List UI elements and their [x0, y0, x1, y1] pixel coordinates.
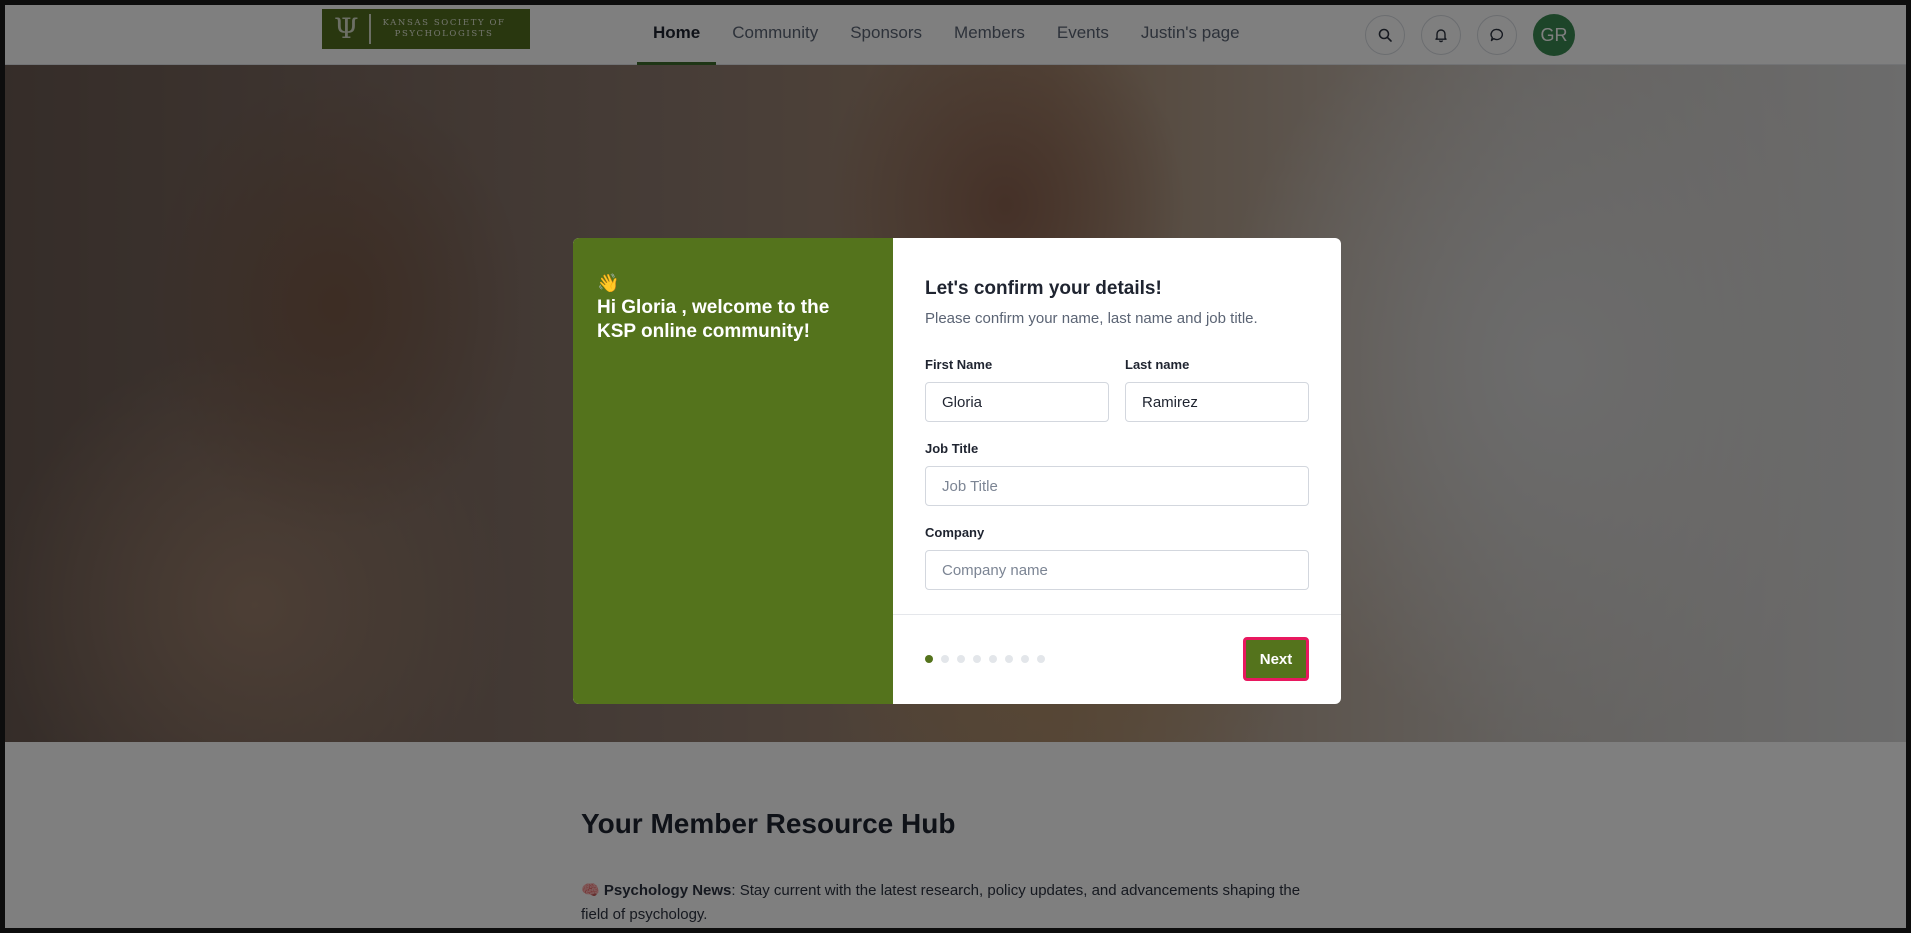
form-title: Let's confirm your details!	[925, 278, 1162, 299]
welcome-message: Hi Gloria , welcome to the KSP online co…	[597, 297, 830, 342]
form-divider	[893, 614, 1341, 615]
step-dot	[1037, 655, 1045, 663]
last-name-label: Last name	[1125, 357, 1190, 372]
step-dot	[973, 655, 981, 663]
form-subtitle: Please confirm your name, last name and …	[925, 310, 1258, 327]
job-title-label: Job Title	[925, 441, 979, 456]
welcome-panel: 👋 Hi Gloria , welcome to the KSP online …	[573, 238, 893, 704]
details-form: Let's confirm your details! Please confi…	[893, 238, 1341, 704]
step-dot	[941, 655, 949, 663]
step-dot	[1005, 655, 1013, 663]
step-dot	[925, 655, 933, 663]
step-dot	[1021, 655, 1029, 663]
first-name-label: First Name	[925, 357, 993, 372]
next-button[interactable]: Next	[1243, 637, 1309, 681]
step-dot	[957, 655, 965, 663]
wave-icon: 👋	[597, 273, 620, 293]
last-name-input[interactable]	[1125, 382, 1309, 422]
company-label: Company	[925, 525, 985, 540]
company-input[interactable]	[925, 550, 1309, 590]
onboarding-modal: 👋 Hi Gloria , welcome to the KSP online …	[573, 238, 1341, 704]
first-name-input[interactable]	[925, 382, 1109, 422]
browser-viewport: Ψ KANSAS SOCIETY OF PSYCHOLOGISTS Home C…	[0, 0, 1911, 933]
job-title-input[interactable]	[925, 466, 1309, 506]
step-indicator	[925, 655, 1045, 663]
step-dot	[989, 655, 997, 663]
